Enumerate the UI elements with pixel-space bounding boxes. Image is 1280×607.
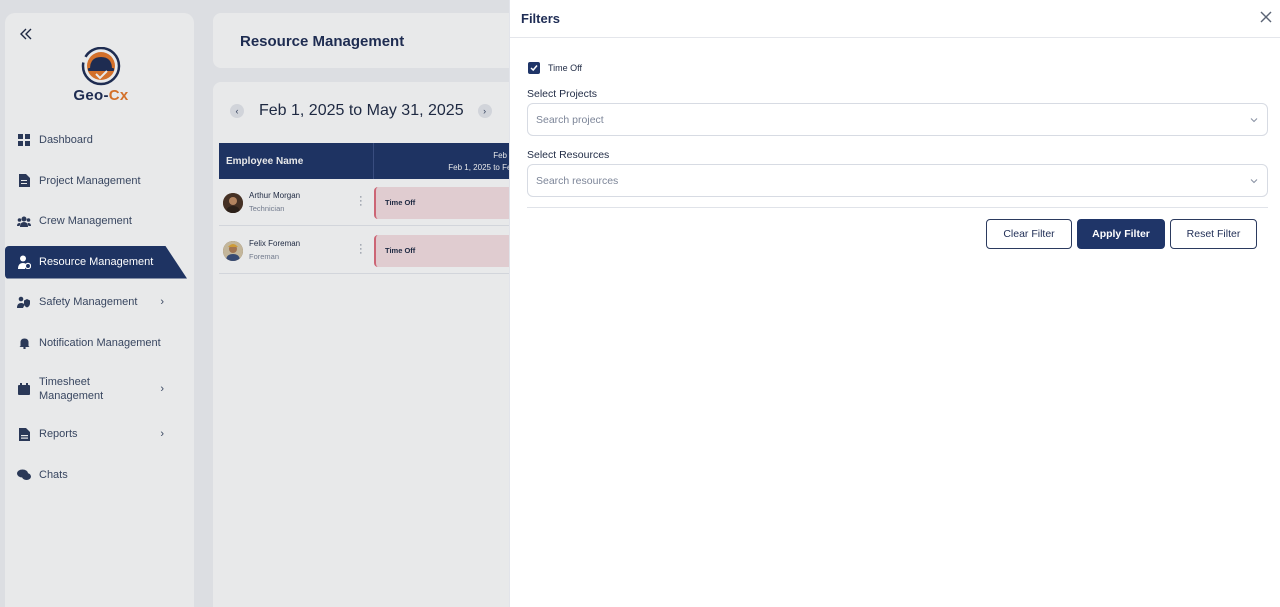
clear-filter-button[interactable]: Clear Filter — [986, 219, 1072, 249]
chevron-down-icon — [1250, 179, 1258, 184]
resource-select[interactable] — [527, 164, 1268, 197]
check-icon — [530, 65, 538, 72]
time-off-checkbox[interactable] — [528, 62, 540, 74]
modal-backdrop[interactable] — [0, 0, 509, 607]
user-gear-icon — [17, 255, 31, 269]
drawer-title: Filters — [521, 11, 561, 26]
time-off-toggle[interactable]: Time Off — [528, 62, 582, 74]
drawer-header: Filters — [510, 0, 1280, 38]
filters-drawer: Filters Time Off Select Projects Select … — [509, 0, 1280, 607]
time-off-label: Time Off — [548, 63, 583, 73]
search-resources-input[interactable] — [528, 165, 1267, 196]
select-projects-label: Select Projects — [527, 88, 598, 100]
close-icon[interactable] — [1259, 10, 1275, 26]
select-resources-label: Select Resources — [527, 149, 610, 161]
reset-filter-button[interactable]: Reset Filter — [1170, 219, 1257, 249]
sidebar-item-label: Resource Management — [39, 255, 154, 268]
divider — [527, 207, 1268, 208]
chevron-down-icon — [1250, 118, 1258, 123]
apply-filter-button[interactable]: Apply Filter — [1077, 219, 1165, 249]
project-select[interactable] — [527, 103, 1268, 136]
search-project-input[interactable] — [528, 104, 1267, 135]
